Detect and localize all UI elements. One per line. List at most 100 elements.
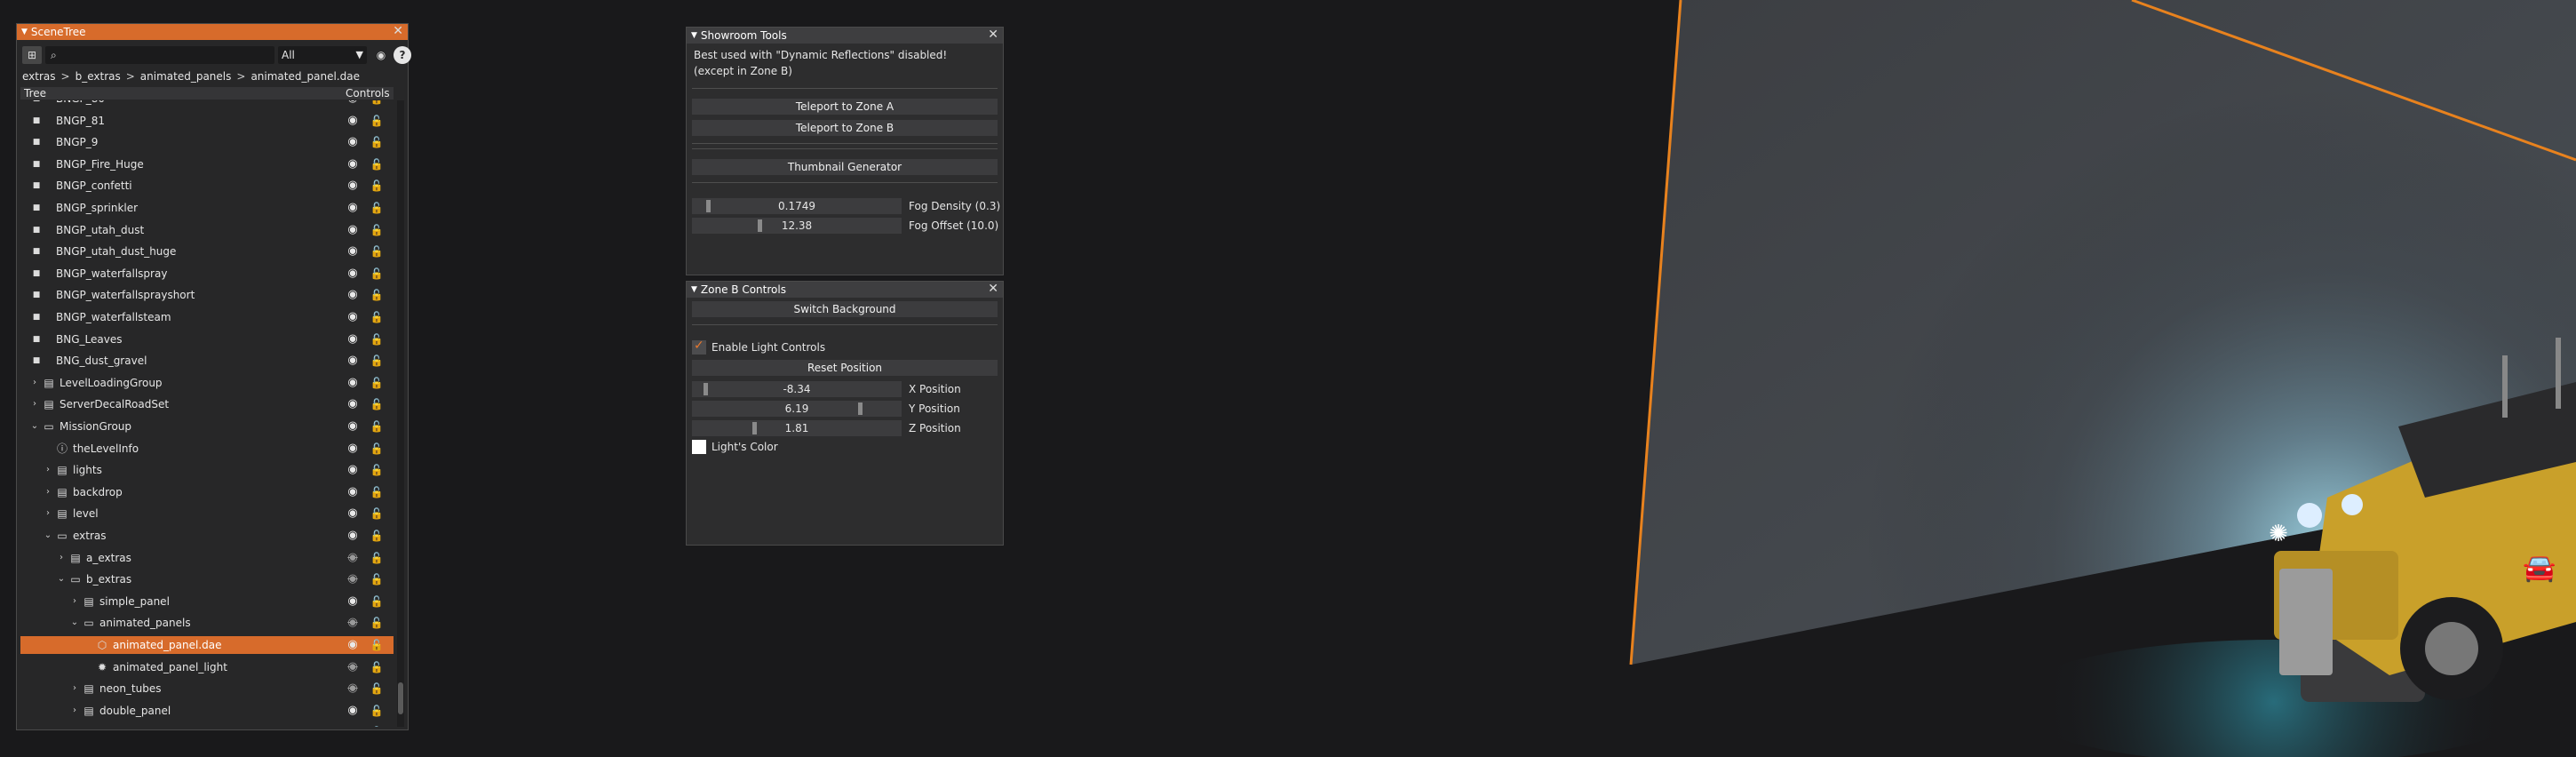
fog-density-slider[interactable]: 0.1749 bbox=[692, 198, 902, 214]
collapse-triangle-icon[interactable]: ▼ bbox=[21, 24, 28, 40]
tree-row[interactable]: › ▤ neon_tubes ◉ 🔓 bbox=[20, 680, 394, 697]
eye-icon[interactable]: ◉ bbox=[344, 440, 362, 458]
chevron-down-icon[interactable]: ⌄ bbox=[69, 614, 80, 632]
close-icon[interactable]: ✕ bbox=[988, 282, 998, 297]
lock-icon[interactable]: 🔓 bbox=[369, 549, 385, 567]
tree-row[interactable]: ■ BNGP_80 ◉ 🔓 bbox=[20, 100, 394, 108]
fog-offset-slider[interactable]: 12.38 bbox=[692, 218, 902, 234]
lock-icon[interactable]: 🔓 bbox=[369, 112, 385, 130]
lock-icon[interactable]: 🔓 bbox=[369, 461, 385, 479]
reset-position-button[interactable]: Reset Position bbox=[692, 360, 998, 376]
eye-icon[interactable]: ◉ bbox=[344, 155, 362, 173]
help-icon[interactable]: ? bbox=[394, 46, 411, 64]
tree-row[interactable]: ■ BNGP_81 ◉ 🔓 bbox=[20, 112, 394, 130]
chevron-right-icon[interactable]: › bbox=[43, 461, 53, 479]
lock-icon[interactable]: 🔓 bbox=[369, 658, 385, 676]
lock-icon[interactable]: 🔓 bbox=[369, 221, 385, 239]
teleport-zone-a-button[interactable]: Teleport to Zone A bbox=[692, 99, 998, 115]
eye-icon[interactable]: ◉ bbox=[344, 265, 362, 283]
tree-row[interactable]: ■ BNGP_9 ◉ 🔓 bbox=[20, 133, 394, 151]
tree-row[interactable]: ■ BNG_Leaves ◉ 🔓 bbox=[20, 331, 394, 348]
eye-icon[interactable]: ◉ bbox=[344, 395, 362, 413]
chevron-right-icon[interactable]: › bbox=[29, 374, 40, 392]
light-color-swatch[interactable] bbox=[692, 440, 706, 454]
lock-icon[interactable]: 🔓 bbox=[369, 395, 385, 413]
teleport-zone-b-button[interactable]: Teleport to Zone B bbox=[692, 120, 998, 136]
thumbnail-generator-button[interactable]: Thumbnail Generator bbox=[692, 159, 998, 175]
eye-icon[interactable]: ◉ bbox=[344, 461, 362, 479]
lock-icon[interactable]: 🔓 bbox=[369, 418, 385, 435]
lock-icon[interactable]: 🔓 bbox=[369, 265, 385, 283]
tree-row[interactable]: ■ BNGP_Fire_Huge ◉ 🔓 bbox=[20, 155, 394, 173]
lock-icon[interactable]: 🔓 bbox=[369, 199, 385, 217]
tree-row[interactable]: ■ BNGP_utah_dust_huge ◉ 🔓 bbox=[20, 243, 394, 260]
lock-icon[interactable]: 🔓 bbox=[369, 636, 385, 654]
tree-row[interactable]: › ▤ backdrop ◉ 🔓 bbox=[20, 483, 394, 501]
scrollbar-thumb[interactable] bbox=[398, 682, 403, 714]
tree-row[interactable]: › ▤ simple_panel ◉ 🔓 bbox=[20, 593, 394, 610]
tree-row[interactable]: ■ BNGP_waterfallsprayshort ◉ 🔓 bbox=[20, 286, 394, 304]
eye-icon[interactable]: ◉ bbox=[344, 636, 362, 654]
lock-icon[interactable]: 🔓 bbox=[369, 723, 385, 727]
close-icon[interactable]: ✕ bbox=[988, 28, 998, 43]
eye-icon[interactable]: ◉ bbox=[344, 199, 362, 217]
chevron-down-icon[interactable]: ⌄ bbox=[29, 418, 40, 435]
lock-icon[interactable]: 🔓 bbox=[369, 614, 385, 632]
chevron-right-icon[interactable]: › bbox=[29, 395, 40, 413]
tree-row[interactable]: ⌄ ▭ extras ◉ 🔓 bbox=[20, 527, 394, 545]
tree-scrollbar[interactable] bbox=[397, 100, 404, 727]
chevron-right-icon[interactable]: › bbox=[43, 505, 53, 522]
breadcrumb-item[interactable]: animated_panels bbox=[140, 70, 232, 83]
eye-icon[interactable]: ◉ bbox=[344, 723, 362, 727]
scenetree-titlebar[interactable]: ▼ SceneTree ✕ bbox=[17, 24, 408, 40]
eye-icon[interactable]: ◉ bbox=[344, 352, 362, 370]
tree-row[interactable]: ■ BNGP_sprinkler ◉ 🔓 bbox=[20, 199, 394, 217]
z-position-slider[interactable]: 1.81 bbox=[692, 420, 902, 436]
eye-icon[interactable]: ◉ bbox=[344, 483, 362, 501]
tree-row[interactable]: ■ BNGP_waterfallspray ◉ 🔓 bbox=[20, 265, 394, 283]
tree-row[interactable]: ■ BNGP_confetti ◉ 🔓 bbox=[20, 177, 394, 195]
filter-dropdown[interactable]: All ▼ bbox=[278, 46, 367, 64]
breadcrumb-item[interactable]: b_extras bbox=[76, 70, 121, 83]
eye-icon[interactable]: ◉ bbox=[344, 286, 362, 304]
showroom-titlebar[interactable]: ▼ Showroom Tools ✕ bbox=[687, 28, 1003, 44]
eye-icon[interactable]: ◉ bbox=[344, 593, 362, 610]
chevron-right-icon[interactable]: › bbox=[43, 723, 53, 727]
chevron-right-icon[interactable]: › bbox=[56, 549, 67, 567]
eye-icon[interactable]: ◉ bbox=[344, 177, 362, 195]
lock-icon[interactable]: 🔓 bbox=[369, 177, 385, 195]
chevron-down-icon[interactable]: ⌄ bbox=[43, 527, 53, 545]
lock-icon[interactable]: 🔓 bbox=[369, 374, 385, 392]
lock-icon[interactable]: 🔓 bbox=[369, 331, 385, 348]
eye-off-icon[interactable]: ◉ bbox=[344, 614, 362, 632]
eye-off-icon[interactable]: ◉ bbox=[344, 680, 362, 697]
tree-row[interactable]: › ▤ double_panel ◉ 🔓 bbox=[20, 702, 394, 720]
zoneb-titlebar[interactable]: ▼ Zone B Controls ✕ bbox=[687, 282, 1003, 298]
eye-icon[interactable]: ◉ bbox=[344, 308, 362, 326]
lock-icon[interactable]: 🔓 bbox=[369, 133, 385, 151]
tree-row[interactable]: › ▤ lights ◉ 🔓 bbox=[20, 461, 394, 479]
lock-icon[interactable]: 🔓 bbox=[369, 243, 385, 260]
tree-row[interactable]: ⌄ ▭ MissionGroup ◉ 🔓 bbox=[20, 418, 394, 435]
lock-icon[interactable]: 🔓 bbox=[369, 570, 385, 588]
chevron-down-icon[interactable]: ⌄ bbox=[56, 570, 67, 588]
collapse-triangle-icon[interactable]: ▼ bbox=[691, 282, 697, 298]
lock-icon[interactable]: 🔓 bbox=[369, 593, 385, 610]
eye-icon[interactable]: ◉ bbox=[344, 100, 362, 108]
eye-icon[interactable]: ◉ bbox=[344, 112, 362, 130]
eye-icon[interactable]: ◉ bbox=[344, 527, 362, 545]
tree-row[interactable]: ⬡ animated_panel.dae ◉ 🔓 bbox=[20, 636, 394, 654]
broadcast-icon[interactable]: ◉ bbox=[372, 46, 390, 64]
tree-row[interactable]: ⓘ theLevelInfo ◉ 🔓 bbox=[20, 440, 394, 458]
switch-background-button[interactable]: Switch Background bbox=[692, 301, 998, 317]
tree-row[interactable]: ■ BNG_dust_gravel ◉ 🔓 bbox=[20, 352, 394, 370]
tree-row[interactable]: ⌄ ▭ animated_panels ◉ 🔓 bbox=[20, 614, 394, 632]
eye-off-icon[interactable]: ◉ bbox=[344, 570, 362, 588]
eye-off-icon[interactable]: ◉ bbox=[344, 549, 362, 567]
lock-icon[interactable]: 🔓 bbox=[369, 100, 385, 108]
eye-icon[interactable]: ◉ bbox=[344, 331, 362, 348]
search-input[interactable] bbox=[67, 46, 271, 64]
lock-icon[interactable]: 🔓 bbox=[369, 505, 385, 522]
chevron-right-icon[interactable]: › bbox=[69, 702, 80, 720]
eye-icon[interactable]: ◉ bbox=[344, 418, 362, 435]
